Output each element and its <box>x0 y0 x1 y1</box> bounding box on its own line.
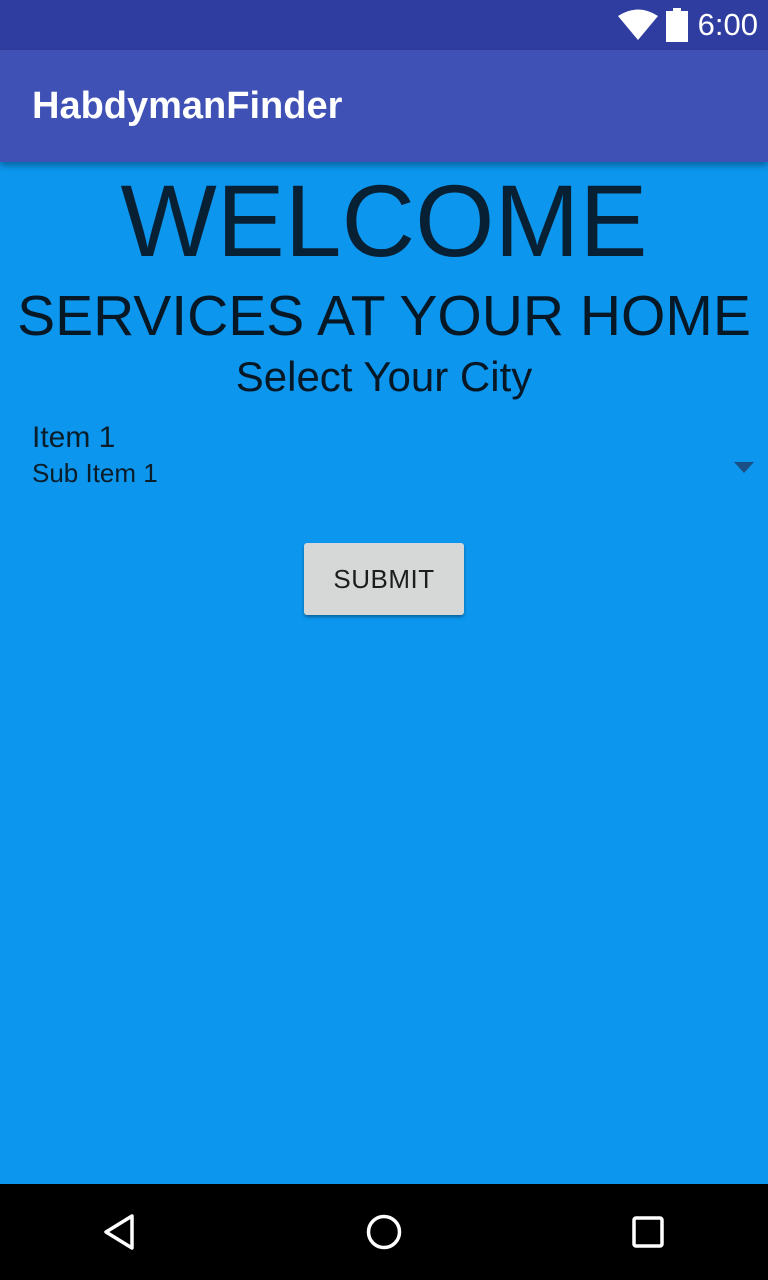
navigation-bar <box>0 1184 768 1280</box>
dropdown-arrow-icon <box>734 462 754 473</box>
recents-icon[interactable] <box>628 1212 668 1252</box>
spinner-item-title: Item 1 <box>32 421 116 454</box>
select-city-label: Select Your City <box>235 353 533 400</box>
status-icons: 6:00 <box>617 0 758 50</box>
services-heading: SERVICES AT YOUR HOME <box>17 284 751 348</box>
city-spinner[interactable]: Item 1 Sub Item 1 <box>0 416 768 496</box>
status-time: 6:00 <box>697 7 758 42</box>
wifi-icon <box>617 9 658 40</box>
app-title: HabdymanFinder <box>32 85 343 127</box>
welcome-heading: WELCOME <box>120 164 648 278</box>
submit-button[interactable]: SUBMIT <box>304 543 464 615</box>
screen: 6:00 HabdymanFinder WELCOME SERVICES AT … <box>0 0 768 1280</box>
home-icon[interactable] <box>364 1212 404 1252</box>
app-bar: HabdymanFinder <box>0 50 768 162</box>
battery-icon <box>665 8 688 42</box>
back-icon[interactable] <box>100 1212 140 1252</box>
status-bar: 6:00 <box>0 0 768 50</box>
spinner-item-subtitle: Sub Item 1 <box>32 458 158 488</box>
